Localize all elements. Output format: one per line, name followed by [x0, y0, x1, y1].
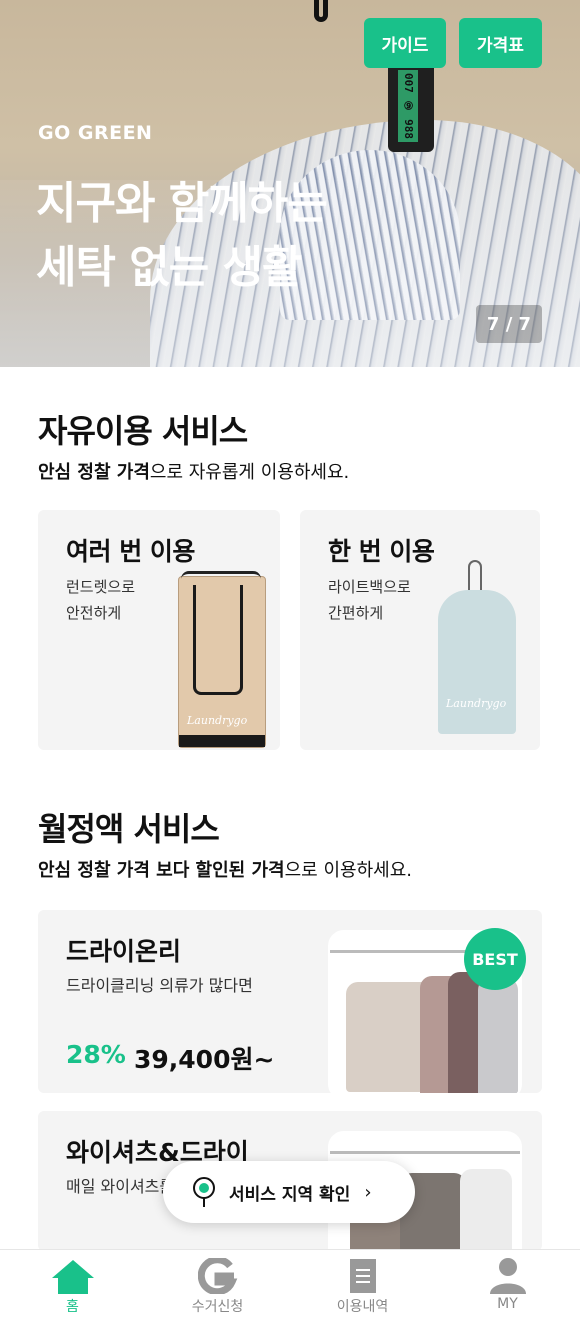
white-shirt [460, 1169, 512, 1251]
free-service-subtitle: 안심 정찰 가격으로 자유롭게 이용하세요. [38, 458, 349, 484]
hero-headline-line1: 지구와 함께하는 [36, 178, 328, 229]
banner-pager: 7 / 7 [476, 305, 542, 343]
single-use-title: 한 번 이용 [328, 537, 435, 566]
home-icon [50, 1258, 96, 1298]
hero-headline: 지구와 함께하는 세탁 없는 생활 [36, 172, 328, 300]
laundry-bag-image: Laundrygo [178, 571, 266, 748]
laundry-tag-number: 007 ⑨ 988 [398, 70, 418, 142]
single-use-card[interactable]: 한 번 이용 라이트백으로 간편하게 Laundrygo [300, 510, 540, 750]
multi-use-title: 여러 번 이용 [66, 537, 195, 566]
multi-use-desc-line2: 안전하게 [66, 604, 122, 622]
nav-home-label: 홈 [66, 1299, 79, 1315]
light-bag-logo: Laundrygo [446, 697, 507, 710]
free-service-title: 자유이용 서비스 [38, 412, 248, 450]
hero-headline-line2: 세탁 없는 생활 [36, 242, 303, 293]
multi-use-desc-line1: 런드렛으로 [66, 578, 136, 596]
service-area-check-button[interactable]: 서비스 지역 확인 › [163, 1161, 415, 1223]
dry-only-plan-card[interactable]: 드라이온리 드라이클리닝 의류가 많다면 28% 39,400원~ BEST [38, 910, 542, 1093]
price-list-button[interactable]: 가격표 [459, 18, 542, 68]
shirt-rail [330, 1151, 520, 1154]
nav-pickup[interactable]: 수거신청 [145, 1250, 290, 1318]
nav-home[interactable]: 홈 [0, 1250, 145, 1318]
nav-my[interactable]: MY [435, 1250, 580, 1318]
light-bag-image: Laundrygo [438, 560, 516, 734]
chevron-right-icon: › [364, 1181, 372, 1203]
service-area-label: 서비스 지역 확인 [229, 1184, 351, 1205]
best-badge: BEST [464, 928, 526, 990]
hero-brand: GO GREEN [38, 122, 153, 144]
monthly-service-subtitle-bold: 안심 정찰 가격 보다 할인된 가격 [38, 860, 285, 881]
person-icon [488, 1258, 528, 1298]
single-use-desc-line2: 간편하게 [328, 604, 384, 622]
pickup-g-icon [197, 1256, 238, 1298]
dry-only-price: 39,400원~ [134, 1045, 275, 1074]
guide-button[interactable]: 가이드 [364, 18, 446, 68]
nav-pickup-label: 수거신청 [191, 1299, 244, 1315]
coat-grey [478, 978, 518, 1093]
bottom-nav: 홈 수거신청 이용내역 MY [0, 1249, 580, 1318]
multi-use-desc: 런드렛으로 안전하게 [66, 574, 176, 626]
free-service-subtitle-rest: 으로 자유롭게 이용하세요. [149, 462, 350, 483]
free-service-subtitle-bold: 안심 정찰 가격 [38, 462, 150, 483]
nav-history-label: 이용내역 [336, 1299, 389, 1315]
document-icon [348, 1258, 378, 1298]
light-bag-hook [468, 560, 482, 590]
bag-handle [181, 571, 261, 579]
location-pin-icon [193, 1177, 215, 1207]
multi-use-card[interactable]: 여러 번 이용 런드렛으로 안전하게 Laundrygo [38, 510, 280, 750]
hanger-hook [314, 0, 328, 22]
single-use-desc: 라이트백으로 간편하게 [328, 574, 438, 626]
bag-zipper [193, 585, 243, 695]
single-use-desc-line1: 라이트백으로 [328, 578, 411, 596]
dry-only-discount: 28% [66, 1040, 126, 1069]
bag-bottom [179, 735, 265, 747]
monthly-service-subtitle: 안심 정찰 가격 보다 할인된 가격으로 이용하세요. [38, 856, 412, 882]
dry-only-title: 드라이온리 [66, 937, 182, 966]
monthly-service-title: 월정액 서비스 [38, 810, 220, 848]
dry-only-desc: 드라이클리닝 의류가 많다면 [66, 976, 253, 995]
nav-history[interactable]: 이용내역 [290, 1250, 435, 1318]
bag-logo: Laundrygo [187, 714, 248, 727]
monthly-service-subtitle-rest: 으로 이용하세요. [284, 860, 412, 881]
nav-my-label: MY [497, 1296, 518, 1312]
